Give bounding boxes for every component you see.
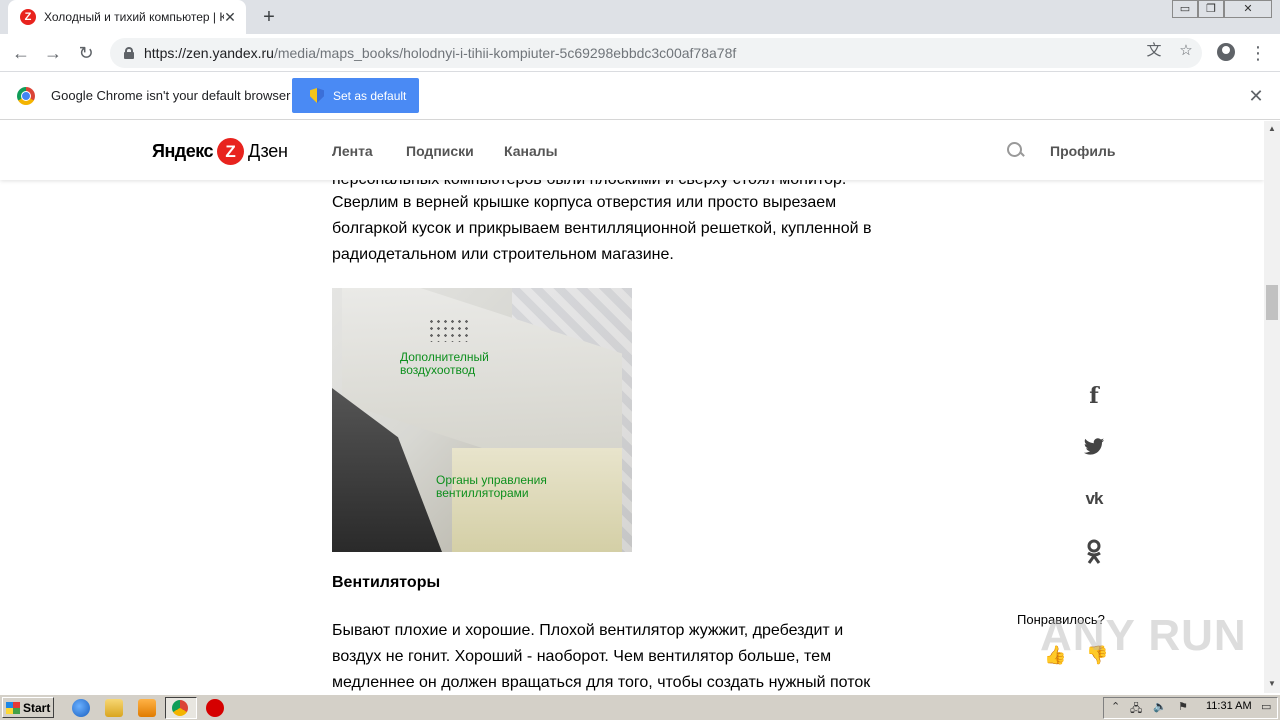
section-heading: Вентиляторы bbox=[332, 574, 441, 591]
lock-icon bbox=[124, 47, 134, 59]
set-as-default-button[interactable]: Set as default bbox=[292, 78, 419, 113]
tab-close-icon[interactable]: ✕ bbox=[222, 9, 238, 25]
chrome-icon bbox=[172, 700, 188, 716]
profile-avatar-icon[interactable] bbox=[1217, 43, 1235, 61]
paragraph-line: Сверлим в верней крышке корпуса отверсти… bbox=[332, 194, 837, 211]
paragraph-line: болгаркой кусок и прикрываем вентилляцио… bbox=[332, 220, 872, 237]
nav-channels[interactable]: Каналы bbox=[504, 143, 558, 159]
scroll-thumb[interactable] bbox=[1266, 285, 1278, 320]
address-bar[interactable]: https://zen.yandex.ru/media/maps_books/h… bbox=[110, 38, 1202, 68]
close-window-button[interactable]: ✕ bbox=[1224, 0, 1272, 18]
page-scrollbar[interactable] bbox=[1264, 121, 1280, 693]
photo-label-vent: Дополнителный воздухоотвод bbox=[400, 350, 489, 377]
nav-feed[interactable]: Лента bbox=[332, 143, 373, 159]
browser-toolbar: ← → ↻ https://zen.yandex.ru/media/maps_b… bbox=[0, 34, 1280, 72]
zen-logo[interactable]: Яндекс Z Дзен bbox=[152, 137, 288, 165]
page-viewport: персональных компьютеров были плоскими и… bbox=[0, 121, 1264, 693]
minimize-button[interactable]: ▭ bbox=[1172, 0, 1198, 18]
article-photo: Дополнителный воздухоотвод Органы управл… bbox=[332, 288, 632, 552]
scroll-down-icon[interactable]: ▼ bbox=[1268, 679, 1276, 688]
infobar-close-icon[interactable]: ✕ bbox=[1246, 86, 1266, 106]
scroll-up-icon[interactable]: ▲ bbox=[1268, 124, 1276, 133]
translate-icon[interactable]: 文 bbox=[1144, 41, 1164, 61]
internet-explorer-icon[interactable] bbox=[72, 699, 90, 717]
media-player-icon[interactable] bbox=[138, 699, 156, 717]
clock: 11:31 AM bbox=[1206, 700, 1252, 712]
show-desktop-icon[interactable]: ▭ bbox=[1261, 700, 1271, 713]
infobar-message: Google Chrome isn't your default browser bbox=[51, 88, 291, 103]
opera-icon[interactable] bbox=[206, 699, 224, 717]
photo-label-controls: Органы управления вентилляторами bbox=[436, 473, 547, 500]
menu-kebab-icon[interactable]: ⋮ bbox=[1246, 41, 1270, 65]
windows-flag-icon bbox=[6, 701, 20, 714]
vk-icon[interactable]: vk bbox=[1082, 489, 1106, 513]
zen-z-icon: Z bbox=[217, 137, 245, 165]
explorer-folder-icon[interactable] bbox=[105, 699, 123, 717]
zen-favicon-icon: Z bbox=[20, 9, 36, 25]
windows-taskbar: Start bbox=[0, 694, 1280, 720]
tab-title: Холодный и тихий компьютер | Ка bbox=[44, 10, 224, 24]
vent-grille bbox=[428, 318, 470, 342]
profile-link[interactable]: Профиль bbox=[1050, 143, 1116, 159]
uac-shield-icon bbox=[310, 88, 324, 103]
paragraph-line: медленнее он должен вращаться для того, … bbox=[332, 674, 871, 691]
nav-subscriptions[interactable]: Подписки bbox=[406, 143, 474, 159]
anyrun-watermark: ANY RUN bbox=[1040, 611, 1247, 660]
url-text: https://zen.yandex.ru/media/maps_books/h… bbox=[144, 45, 737, 61]
tray-expand-icon[interactable]: ⌃ bbox=[1111, 700, 1120, 713]
tab-strip: Z Холодный и тихий компьютер | Ка ✕ + ▭ … bbox=[0, 0, 1280, 34]
paragraph-line: воздух не гонит. Хороший - наоборот. Чем… bbox=[332, 648, 832, 665]
search-icon[interactable] bbox=[1007, 142, 1024, 159]
zen-header: Яндекс Z Дзен Лента Подписки Каналы Проф… bbox=[0, 121, 1264, 180]
browser-tab[interactable]: Z Холодный и тихий компьютер | Ка ✕ bbox=[8, 0, 246, 34]
network-icon[interactable]: 🖧 bbox=[1130, 700, 1142, 719]
new-tab-icon[interactable]: + bbox=[258, 6, 280, 28]
action-center-flag-icon[interactable]: ⚑ bbox=[1178, 700, 1188, 713]
odnoklassniki-icon[interactable] bbox=[1082, 539, 1106, 564]
set-as-default-label: Set as default bbox=[333, 88, 407, 103]
article-paragraph-2: Бывают плохие и хорошие. Плохой вентилят… bbox=[332, 618, 932, 693]
twitter-icon[interactable] bbox=[1082, 437, 1106, 461]
paragraph-line: Бывают плохие и хорошие. Плохой вентилят… bbox=[332, 622, 844, 639]
start-button[interactable]: Start bbox=[2, 697, 54, 718]
forward-icon[interactable]: → bbox=[41, 41, 65, 65]
facebook-icon[interactable]: f bbox=[1082, 383, 1106, 409]
restore-button[interactable]: ❐ bbox=[1198, 0, 1224, 18]
back-icon[interactable]: ← bbox=[9, 41, 33, 65]
reload-icon[interactable]: ↻ bbox=[74, 41, 98, 65]
window-controls: ▭ ❐ ✕ bbox=[1172, 0, 1272, 18]
volume-icon[interactable]: 🔈 bbox=[1153, 700, 1167, 713]
article-paragraph-1: Сверлим в верней крышке корпуса отверсти… bbox=[332, 190, 932, 268]
paragraph-line: радиодетальном или строительном магазине… bbox=[332, 246, 674, 263]
bookmark-star-icon[interactable]: ☆ bbox=[1176, 41, 1196, 61]
chrome-logo-icon bbox=[17, 87, 35, 105]
